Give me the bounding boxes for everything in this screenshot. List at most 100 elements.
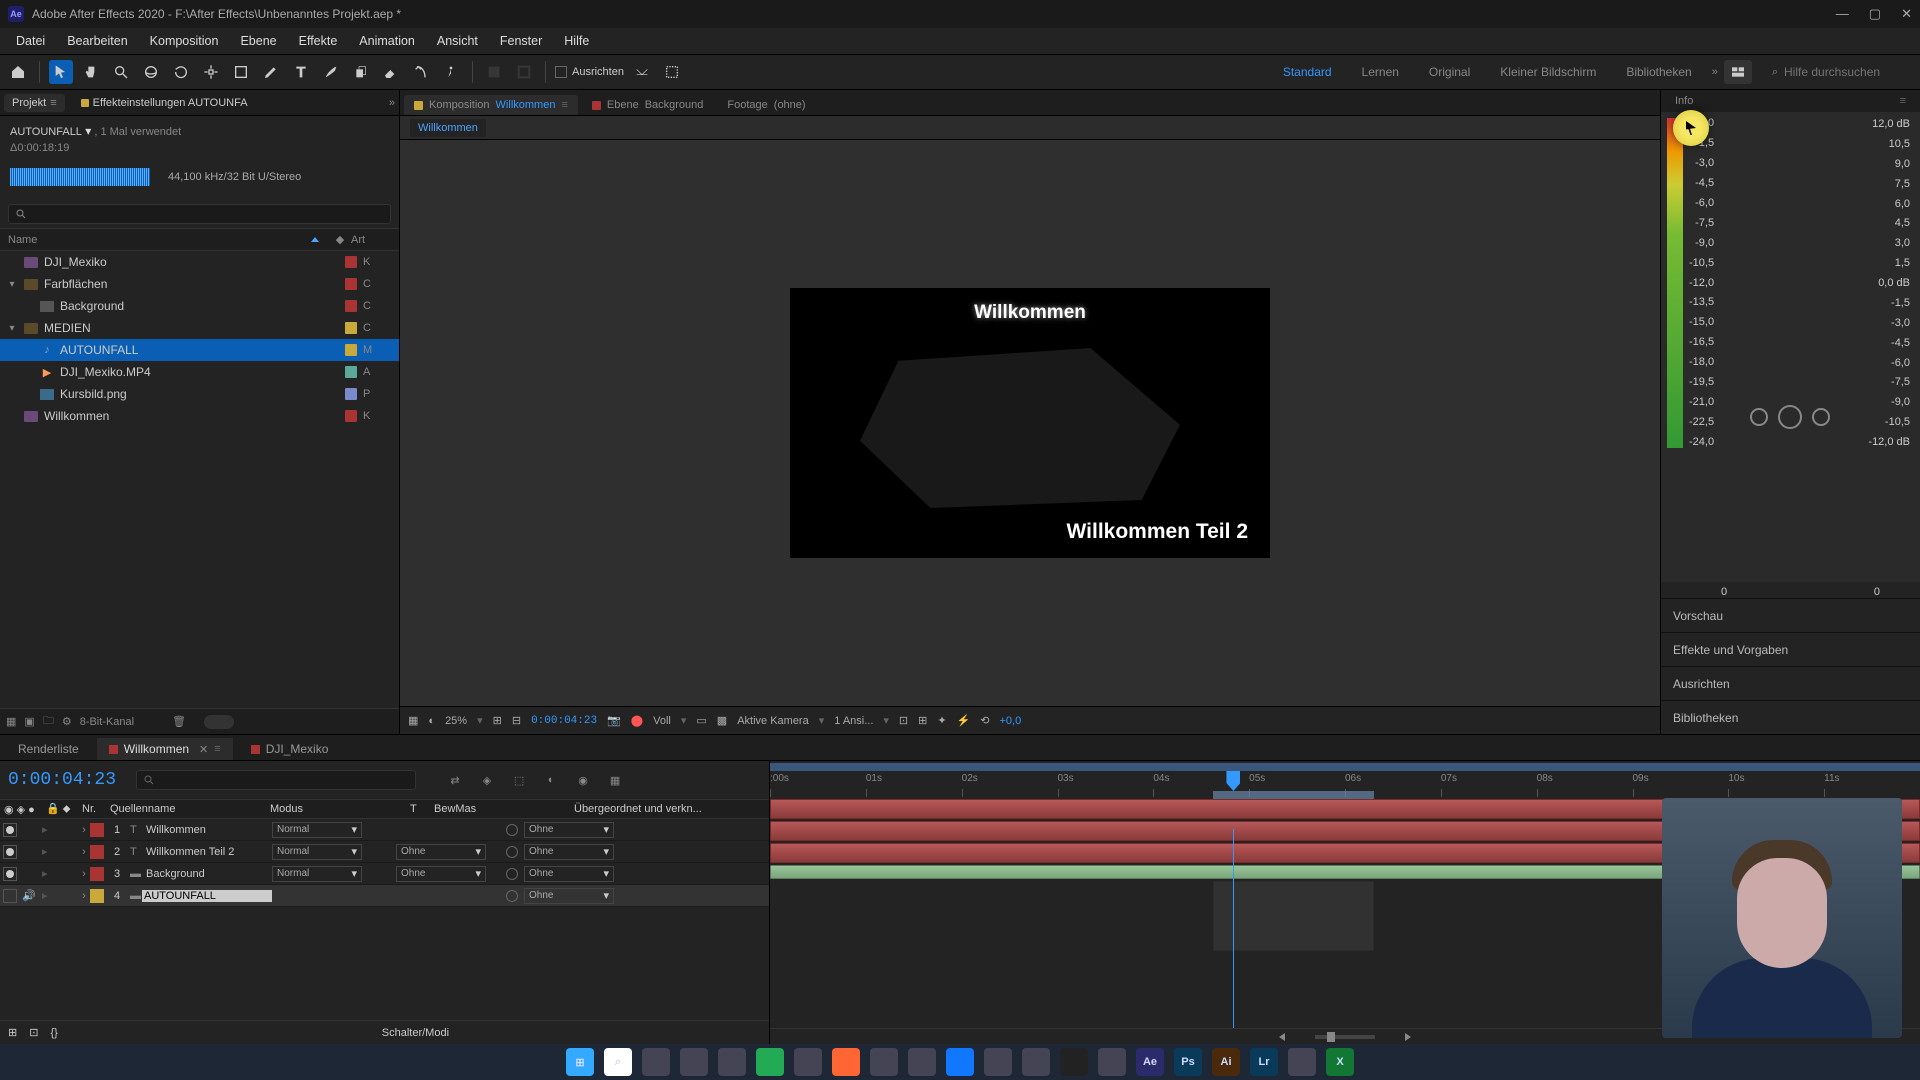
menu-ebene[interactable]: Ebene [230,30,286,52]
col-name[interactable]: Name [8,234,311,246]
pen-tool[interactable] [259,60,283,84]
timeline-timecode[interactable]: 0:00:04:23 [8,770,116,790]
comp-tab[interactable]: Footage (ohne) [717,95,815,115]
new-comp-icon[interactable]: ▣ [24,715,34,728]
layer-row-1[interactable]: ▸ › 1 T Willkommen Normal▾ Ohne▾ [0,819,769,841]
home-icon[interactable] [6,60,30,84]
zoom-slider-track[interactable] [1315,1035,1375,1039]
view1-icon[interactable]: ⊡ [899,714,908,727]
workspace-kleiner bildschirm[interactable]: Kleiner Bildschirm [1494,61,1602,83]
workspace-original[interactable]: Original [1423,61,1476,83]
taskbar-obs[interactable] [1060,1048,1088,1076]
toggle-pill[interactable] [204,715,234,729]
selection-tool[interactable] [49,60,73,84]
timeline-tab[interactable]: Willkommen✕ ≡ [97,738,233,760]
tree-item-farbfl-chen[interactable]: ▾FarbflächenC [0,273,399,295]
taskbar-messenger[interactable] [908,1048,936,1076]
puppet-tool[interactable] [439,60,463,84]
audio-knob-master[interactable] [1778,405,1802,429]
workspace-settings-icon[interactable] [1724,60,1752,84]
hdr-src[interactable]: Quellenname [106,803,266,815]
snap-options-icon[interactable] [630,60,654,84]
panel-menu-icon[interactable]: ≡ [1894,93,1912,109]
tree-item-willkommen[interactable]: WillkommenK [0,405,399,427]
grid-icon[interactable]: ⊞ [493,714,502,727]
zoom-level[interactable]: 25% [445,715,467,727]
taskbar-red[interactable] [794,1048,822,1076]
zoom-tool[interactable] [109,60,133,84]
tab-effect-controls[interactable]: Effekteinstellungen AUTOUNFA [73,94,381,112]
layer-row-2[interactable]: ▸ › 2 T Willkommen Teil 2 Normal▾ Ohne▾ … [0,841,769,863]
roi-icon[interactable]: ▭ [696,714,706,727]
taskbar-firefox[interactable] [832,1048,860,1076]
tree-item-dji_mexiko[interactable]: DJI_MexikoK [0,251,399,273]
text-tool[interactable] [289,60,313,84]
fill-swatch[interactable] [482,60,506,84]
workspace-lernen[interactable]: Lernen [1356,61,1405,83]
taskbar-lr[interactable]: Lr [1250,1048,1278,1076]
taskbar-ae[interactable]: Ae [1136,1048,1164,1076]
menu-bearbeiten[interactable]: Bearbeiten [57,30,137,52]
taskbar-ps[interactable]: Ps [1174,1048,1202,1076]
menu-effekte[interactable]: Effekte [289,30,348,52]
timeline-tab[interactable]: DJI_Mexiko [239,738,341,760]
timeline-tab[interactable]: Renderliste [6,738,91,760]
toggle-modes-icon[interactable]: ⊡ [29,1026,38,1039]
taskbar-facebook[interactable] [946,1048,974,1076]
channels-icon[interactable]: ⬤ [631,714,643,727]
hdr-t[interactable]: T [406,803,430,815]
taskbar-app1[interactable] [870,1048,898,1076]
viewer-timecode[interactable]: 0:00:04:23 [531,715,597,727]
taskbar-app2[interactable] [1098,1048,1126,1076]
col-tag[interactable]: ◆ [329,233,351,246]
menu-hilfe[interactable]: Hilfe [554,30,599,52]
reset-exp-icon[interactable]: ⟲ [980,714,989,727]
close-button[interactable]: ✕ [1901,6,1912,22]
zoom-in-icon[interactable] [1405,1033,1411,1041]
draft3d-icon[interactable]: ◈ [476,769,498,791]
guides-icon[interactable]: ⊟ [512,714,521,727]
hdr-mode[interactable]: Modus [266,803,406,815]
taskbar-tasks[interactable] [642,1048,670,1076]
flow-crumb[interactable]: Willkommen [410,119,486,137]
toggle-mask-icon[interactable]: ◐ [428,715,435,727]
accordion-vorschau[interactable]: Vorschau [1661,598,1920,632]
view3-icon[interactable]: ✦ [937,714,946,727]
accordion-effekte-und-vorgaben[interactable]: Effekte und Vorgaben [1661,632,1920,666]
workspace-standard[interactable]: Standard [1277,61,1338,83]
rotate-tool[interactable] [169,60,193,84]
tree-item-background[interactable]: BackgroundC [0,295,399,317]
views-dropdown[interactable]: 1 Ansi... [834,715,873,727]
taskbar-note[interactable] [1022,1048,1050,1076]
menu-ansicht[interactable]: Ansicht [427,30,488,52]
snapshot-icon[interactable]: 📷 [607,714,621,727]
tree-item-dji_mexiko-mp4[interactable]: ▶DJI_Mexiko.MP4A [0,361,399,383]
motion-blur-icon[interactable]: ◉ [572,769,594,791]
work-area-bar[interactable] [770,763,1920,771]
shape-tool[interactable] [229,60,253,84]
menu-animation[interactable]: Animation [349,30,425,52]
minimize-button[interactable]: — [1836,6,1849,22]
taskbar-excel[interactable]: X [1326,1048,1354,1076]
audio-knob-left[interactable] [1750,408,1768,426]
taskbar-teams[interactable] [718,1048,746,1076]
taskbar-explorer[interactable] [680,1048,708,1076]
toggle-pane-icon[interactable]: {} [50,1027,57,1039]
new-folder-icon[interactable]: 🗀 [43,712,54,731]
comp-tab[interactable]: Ebene Background [582,95,714,115]
camera-dropdown[interactable]: Aktive Kamera [737,715,809,727]
col-art[interactable]: Art [351,234,391,246]
hand-tool[interactable] [79,60,103,84]
hdr-nr[interactable]: Nr. [78,803,106,815]
panel-overflow-icon[interactable]: » [389,97,395,109]
taskbar-files[interactable] [984,1048,1012,1076]
tree-item-autounfall[interactable]: ♪AUTOUNFALLM [0,339,399,361]
layer-row-3[interactable]: ▸ › 3 ▬ Background Normal▾ Ohne▾ Ohne▾ [0,863,769,885]
brush-tool[interactable] [319,60,343,84]
menu-datei[interactable]: Datei [6,30,55,52]
taskbar-ai[interactable]: Ai [1212,1048,1240,1076]
settings-icon[interactable]: ⚙ [62,715,72,728]
help-search-input[interactable] [1784,65,1914,79]
composition-canvas[interactable]: Willkommen Willkommen Teil 2 [790,288,1270,558]
taskbar-folder[interactable] [1288,1048,1316,1076]
